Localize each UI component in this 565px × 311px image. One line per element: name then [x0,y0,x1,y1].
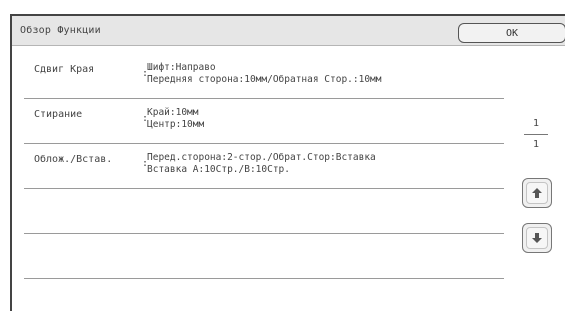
list-item-covers-inserts: Облож./Встав. : Перед.сторона:2-стор./Об… [24,144,504,189]
setting-value-line2: Передняя сторона:10мм/Обратная Стор.:10м… [147,74,382,85]
setting-value-line2: Вставка А:10Стр./В:10Стр. [147,164,290,175]
page-indicator: 1 1 [520,118,552,153]
scroll-down-button[interactable] [522,223,552,253]
arrow-down-icon [532,233,542,243]
setting-label: Сдвиг Края [34,64,95,75]
setting-label: Облож./Встав. [34,154,113,165]
scroll-up-button[interactable] [522,178,552,208]
scroll-up-button-face [526,182,548,204]
total-pages: 1 [532,139,540,150]
title-bar: Обзор Функции OK [12,16,565,46]
setting-value-line2: Центр:10мм [147,119,205,130]
arrow-up-icon [532,188,542,198]
window-title: Обзор Функции [20,25,101,36]
settings-list: Сдвиг Края : Шифт:Направо Передняя сторо… [24,54,504,279]
list-item-erase: Стирание : Край:10мм Центр:10мм [24,99,504,144]
list-item-empty [24,189,504,234]
list-item-edge-shift: Сдвиг Края : Шифт:Направо Передняя сторо… [24,54,504,99]
ok-button[interactable]: OK [458,23,565,43]
setting-value-line1: Перед.сторона:2-стор./Обрат.Стор:Вставка [147,152,376,163]
scroll-down-button-face [526,227,548,249]
list-item-empty [24,234,504,279]
setting-value-line1: Край:10мм [147,107,199,118]
setting-value-line1: Шифт:Направо [147,62,216,73]
setting-label: Стирание [34,109,83,120]
current-page: 1 [532,118,540,129]
page-divider [524,134,548,135]
